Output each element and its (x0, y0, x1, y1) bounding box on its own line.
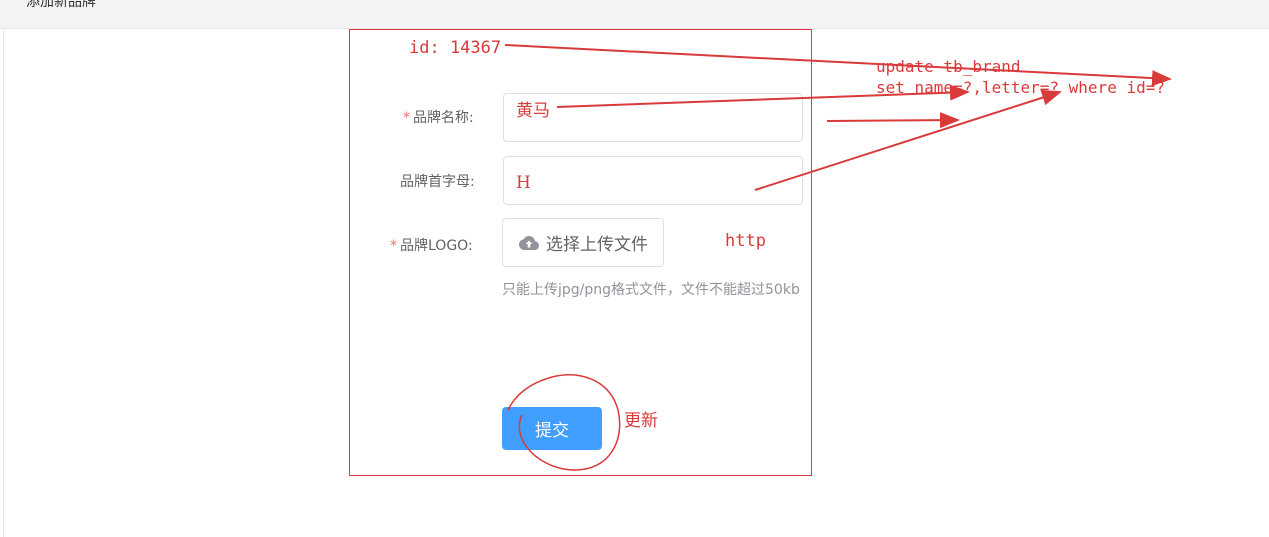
submit-button[interactable]: 提交 (502, 407, 602, 450)
required-mark: * (403, 110, 410, 126)
required-mark: * (390, 238, 397, 254)
annotation-sql-line1: update tb_brand (876, 57, 1021, 76)
annotation-update: 更新 (624, 411, 658, 431)
annotation-http: http (725, 231, 766, 251)
upload-hint: 只能上传jpg/png格式文件，文件不能超过50kb (502, 282, 800, 298)
brand-letter-label: 品牌首字母: (400, 174, 475, 190)
annotation-sql-line2: set name=?,letter=? where id=? (876, 78, 1165, 97)
brand-logo-label-text: 品牌LOGO: (400, 238, 473, 254)
upload-button-label: 选择上传文件 (546, 235, 648, 255)
content-border (3, 29, 4, 537)
brand-name-label: * 品牌名称: (403, 107, 474, 127)
brand-logo-label: * 品牌LOGO: (390, 235, 473, 255)
brand-name-label-text: 品牌名称: (413, 110, 474, 126)
page-header: 添加新品牌 (0, 0, 1269, 29)
brand-letter-input[interactable]: H (503, 156, 803, 205)
annotation-id: id: 14367 (409, 38, 502, 58)
cloud-upload-icon (519, 235, 539, 250)
brand-name-input[interactable]: 黄马 (503, 93, 803, 142)
page-title: 添加新品牌 (26, 0, 96, 10)
arrow-mid (826, 112, 960, 129)
upload-file-button[interactable]: 选择上传文件 (502, 218, 664, 267)
brand-name-value: 黄马 (516, 101, 550, 121)
brand-letter-value: H (516, 173, 531, 193)
